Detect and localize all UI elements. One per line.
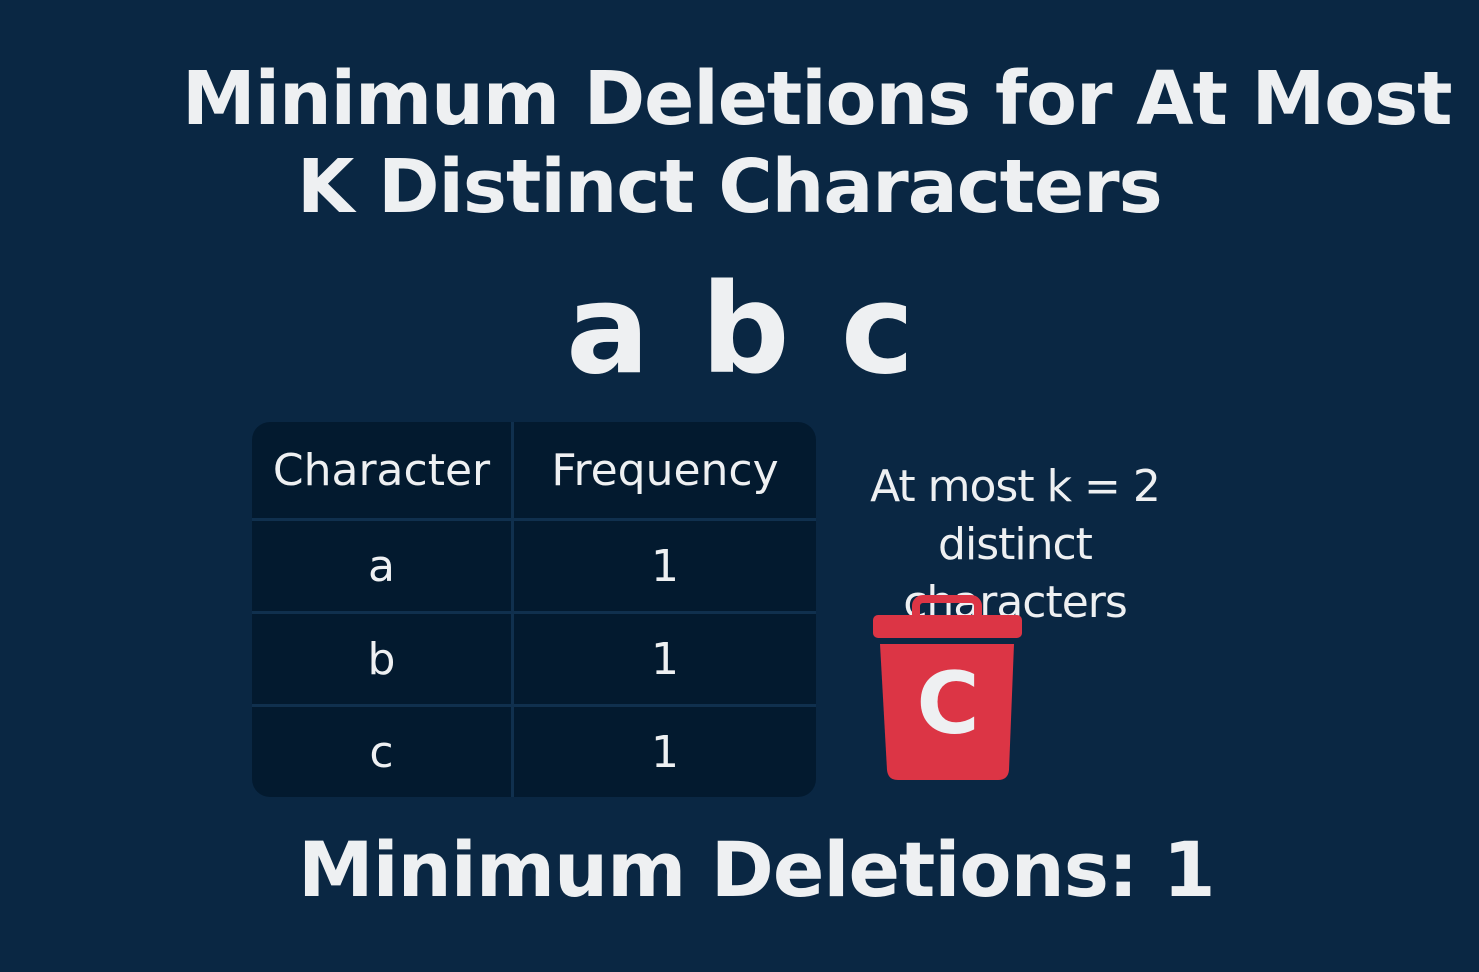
cell-frequency: 1 (651, 633, 679, 685)
table-header-row: Character Frequency (252, 422, 816, 518)
cell-frequency: 1 (651, 540, 679, 592)
header-frequency: Frequency (551, 444, 779, 496)
deleted-character-label: C (916, 654, 980, 754)
cell-character: c (252, 707, 514, 797)
cell-character: b (252, 614, 514, 704)
result-text: Minimum Deletions: 1 (298, 825, 1216, 914)
title-line-1: Minimum Deletions for At Most (182, 56, 1453, 142)
frequency-table: Character Frequency a 1 b 1 c 1 (252, 422, 816, 797)
input-string: a b c (566, 258, 919, 402)
table-row: a 1 (252, 521, 816, 611)
title-line-2: K Distinct Characters (297, 144, 1163, 230)
cell-frequency: 1 (651, 726, 679, 778)
header-character: Character (252, 422, 514, 518)
constraint-line-1: At most k = 2 (870, 461, 1161, 512)
trash-icon: C (870, 594, 1026, 784)
cell-character: a (252, 521, 514, 611)
table-row: b 1 (252, 614, 816, 704)
table-row: c 1 (252, 707, 816, 797)
